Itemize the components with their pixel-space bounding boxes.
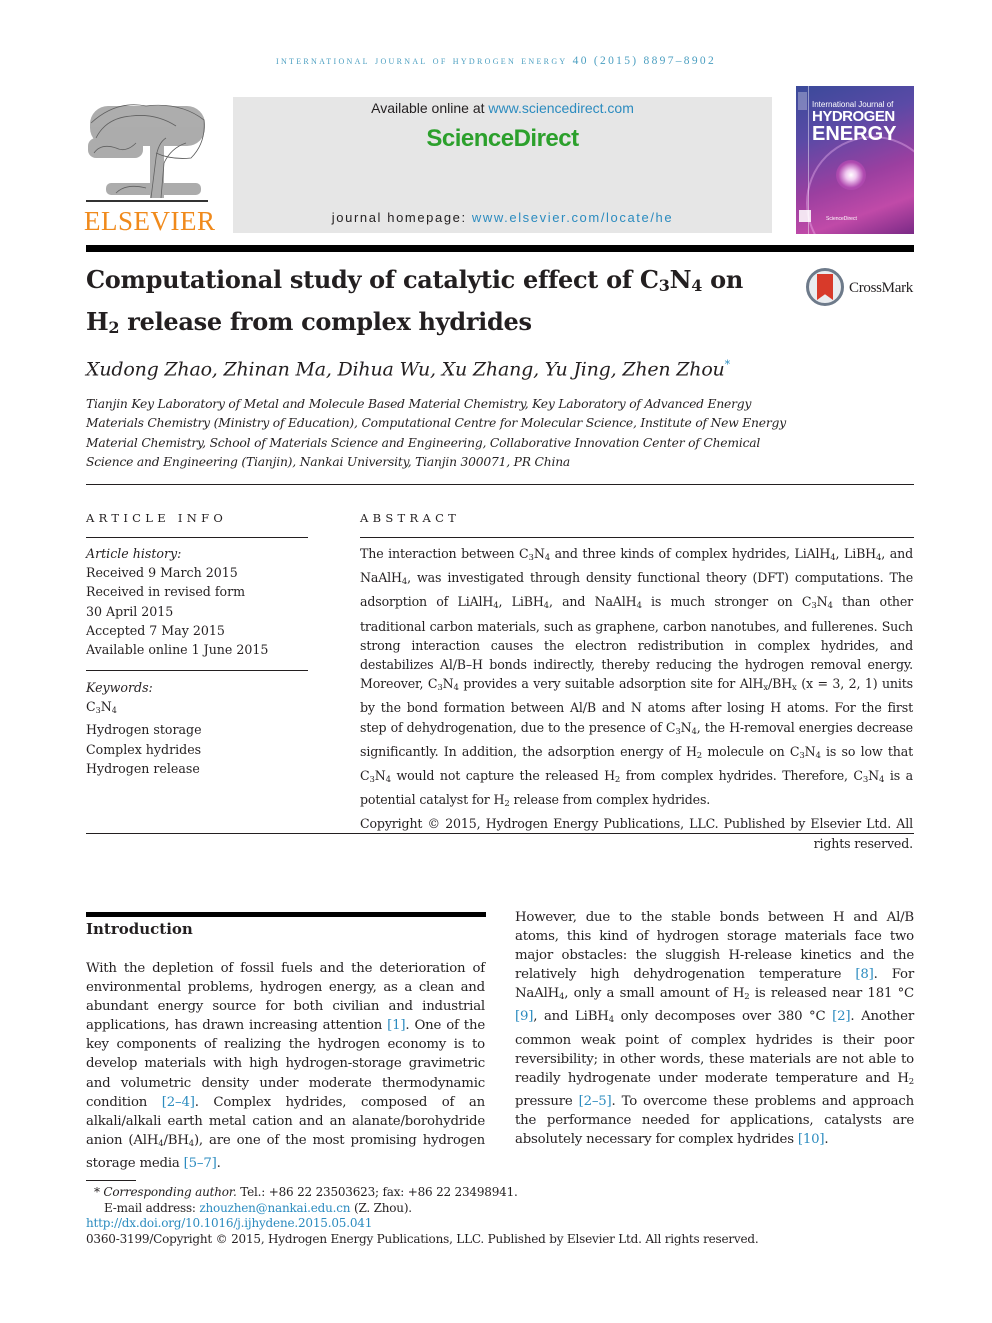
journal-homepage-link[interactable]: www.elsevier.com/locate/he [472,210,673,225]
front-matter-rule [86,833,914,834]
abstract-body: The interaction between C3N4 and three k… [360,546,914,810]
journal-homepage-line: journal homepage: www.elsevier.com/locat… [331,210,674,225]
keyword: Hydrogen release [86,760,200,776]
article-history: Article history: Received 9 March 2015 R… [86,544,308,659]
journal-cover[interactable]: International Journal of HYDROGEN ENERGY… [796,86,914,234]
keyword: Hydrogen storage [86,722,202,738]
abstract-text: The interaction between C3N4 and three k… [360,544,913,853]
keyword: Complex hydrides [86,741,202,757]
cover-footer: ScienceDirect [826,216,857,222]
reference-link[interactable]: [9] [515,1009,533,1024]
abstract-rule [360,537,914,538]
reference-link[interactable]: [10] [798,1132,825,1147]
email-link[interactable]: zhouzhen@nankai.edu.cn [199,1201,350,1215]
footnotes: * Corresponding author. Tel.: +86 22 235… [86,1185,806,1247]
reference-link[interactable]: [2] [832,1009,850,1024]
cover-hydrogen: HYDROGEN [812,108,895,125]
reference-link[interactable]: [5–7] [184,1156,217,1171]
sciencedirect-link[interactable]: www.sciencedirect.com [488,100,634,116]
cover-orb [836,160,866,190]
history-accepted: Accepted 7 May 2015 [86,622,225,638]
elsevier-wordmark: ELSEVIER [84,206,216,236]
keywords: Keywords: C3N4 Hydrogen storage Complex … [86,678,308,778]
introduction-column-1: With the depletion of fossil fuels and t… [86,961,485,1171]
reference-link[interactable]: [2–5] [579,1094,612,1109]
history-revised: Received in revised form [86,584,246,600]
cover-energy: ENERGY [812,123,897,145]
abstract-heading: ABSTRACT [360,511,461,525]
history-received: Received 9 March 2015 [86,565,238,581]
cover-hyd-logo [799,210,811,222]
crossmark-label: CrossMark [849,280,913,296]
available-online-line: Available online at www.sciencedirect.co… [371,100,634,116]
affiliation: Tianjin Key Laboratory of Metal and Mole… [86,397,786,469]
reference-link[interactable]: [1] [387,1018,405,1033]
keyword: C3N4 [86,699,117,716]
article-info-rule [86,537,308,538]
introduction-heading: Introduction [86,920,193,938]
article-title: Computational study of catalytic effect … [86,265,743,337]
reference-link[interactable]: [8] [855,967,873,982]
elsevier-logo[interactable]: ELSEVIER [84,96,216,238]
email-note: E-mail address: zhouzhen@nankai.edu.cn (… [104,1200,412,1215]
article-info-heading: ARTICLE INFO [86,511,228,525]
introduction-rule [86,912,486,917]
corresponding-author-note: * Corresponding author. Tel.: +86 22 235… [94,1185,518,1199]
affiliation-rule [86,484,914,485]
running-head: International Journal of Hydrogen Energy… [275,55,717,67]
elsevier-tree-icon [86,104,208,202]
header-rule [86,245,914,252]
sciencedirect-banner: Available online at www.sciencedirect.co… [233,97,772,233]
introduction-column-2: However, due to the stable bonds between… [515,910,914,1148]
cover-elsevier-mark [798,92,807,110]
reference-link[interactable]: [2–4] [162,1095,195,1110]
sciencedirect-logo[interactable]: ScienceDirect [233,125,772,153]
history-revised-date: 30 April 2015 [86,603,174,619]
keywords-rule [86,670,308,671]
history-online: Available online 1 June 2015 [86,642,269,658]
issn-copyright: 0360-3199/Copyright © 2015, Hydrogen Ene… [86,1231,759,1246]
crossmark-button[interactable]: CrossMark [806,268,916,310]
author-list: Xudong Zhao, Zhinan Ma, Dihua Wu, Xu Zha… [86,358,731,381]
doi-link[interactable]: http://dx.doi.org/10.1016/j.ijhydene.201… [86,1216,372,1230]
corresponding-author-marker[interactable]: * [725,358,731,371]
footnote-rule [86,1180,136,1181]
